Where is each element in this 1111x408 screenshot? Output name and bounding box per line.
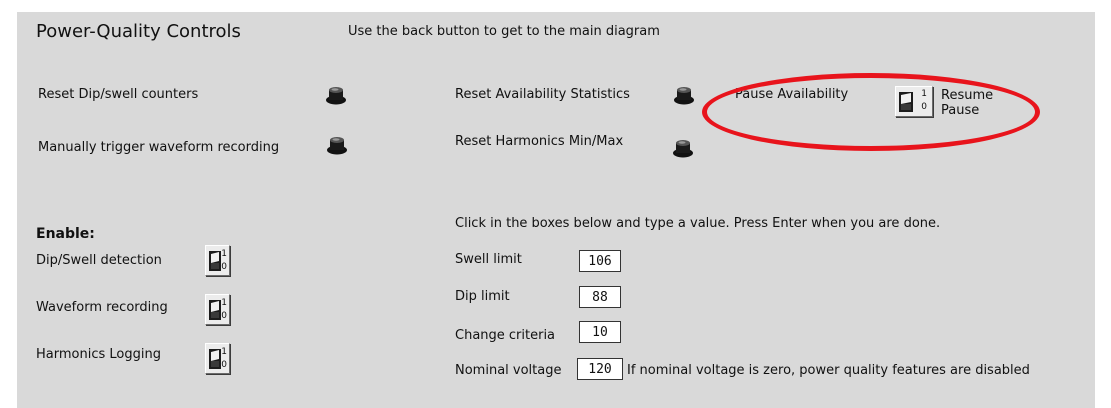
push-button-icon bbox=[673, 140, 693, 158]
change-criteria-input[interactable]: 10 bbox=[579, 321, 621, 343]
swell-limit-input[interactable]: 106 bbox=[579, 250, 621, 272]
toggle-on-mark: 1 bbox=[921, 89, 927, 99]
harmonics-logging-label: Harmonics Logging bbox=[36, 347, 161, 362]
toggle-off-mark: 0 bbox=[221, 311, 227, 321]
toggle-off-mark: 0 bbox=[221, 360, 227, 370]
harmonics-logging-toggle[interactable]: 1 0 bbox=[205, 343, 230, 374]
toggle-on-mark: 1 bbox=[221, 249, 227, 259]
reset-dip-swell-button[interactable] bbox=[325, 84, 347, 106]
trigger-waveform-button[interactable] bbox=[326, 134, 348, 156]
push-button-icon bbox=[327, 137, 347, 155]
controls-panel bbox=[17, 12, 1095, 408]
swell-limit-label: Swell limit bbox=[455, 252, 522, 267]
enable-heading: Enable: bbox=[36, 226, 95, 242]
change-criteria-label: Change criteria bbox=[455, 328, 556, 343]
push-button-icon bbox=[326, 87, 346, 105]
push-button-icon bbox=[674, 87, 694, 105]
trigger-waveform-label: Manually trigger waveform recording bbox=[38, 140, 280, 155]
toggle-switch-icon bbox=[899, 92, 913, 112]
dip-swell-detection-label: Dip/Swell detection bbox=[36, 253, 162, 268]
page-title: Power-Quality Controls bbox=[36, 21, 241, 42]
back-hint-text: Use the back button to get to the main d… bbox=[348, 24, 660, 39]
resume-state-label: Resume bbox=[941, 88, 994, 103]
toggle-switch-icon bbox=[209, 349, 221, 369]
toggle-switch-icon bbox=[209, 251, 221, 271]
toggle-on-mark: 1 bbox=[221, 347, 227, 357]
reset-harmonics-label: Reset Harmonics Min/Max bbox=[455, 134, 624, 149]
pause-availability-label: Pause Availability bbox=[735, 87, 849, 102]
toggle-on-mark: 1 bbox=[221, 298, 227, 308]
nominal-voltage-input[interactable]: 120 bbox=[577, 358, 623, 380]
dip-swell-detection-toggle[interactable]: 1 0 bbox=[205, 245, 230, 276]
waveform-recording-label: Waveform recording bbox=[36, 300, 168, 315]
toggle-off-mark: 0 bbox=[921, 102, 927, 112]
reset-availability-button[interactable] bbox=[673, 84, 695, 106]
pause-state-label: Pause bbox=[941, 103, 980, 118]
reset-availability-label: Reset Availability Statistics bbox=[455, 87, 630, 102]
toggle-off-mark: 0 bbox=[221, 262, 227, 272]
waveform-recording-toggle[interactable]: 1 0 bbox=[205, 294, 230, 325]
reset-dip-swell-label: Reset Dip/swell counters bbox=[38, 87, 199, 102]
limits-instruction: Click in the boxes below and type a valu… bbox=[455, 216, 941, 231]
reset-harmonics-button[interactable] bbox=[672, 137, 694, 159]
nominal-voltage-label: Nominal voltage bbox=[455, 363, 562, 378]
dip-limit-label: Dip limit bbox=[455, 289, 510, 304]
dip-limit-input[interactable]: 88 bbox=[579, 286, 621, 308]
pause-availability-toggle[interactable]: 1 0 bbox=[895, 86, 933, 117]
nominal-voltage-note: If nominal voltage is zero, power qualit… bbox=[627, 363, 1030, 378]
toggle-switch-icon bbox=[209, 300, 221, 320]
